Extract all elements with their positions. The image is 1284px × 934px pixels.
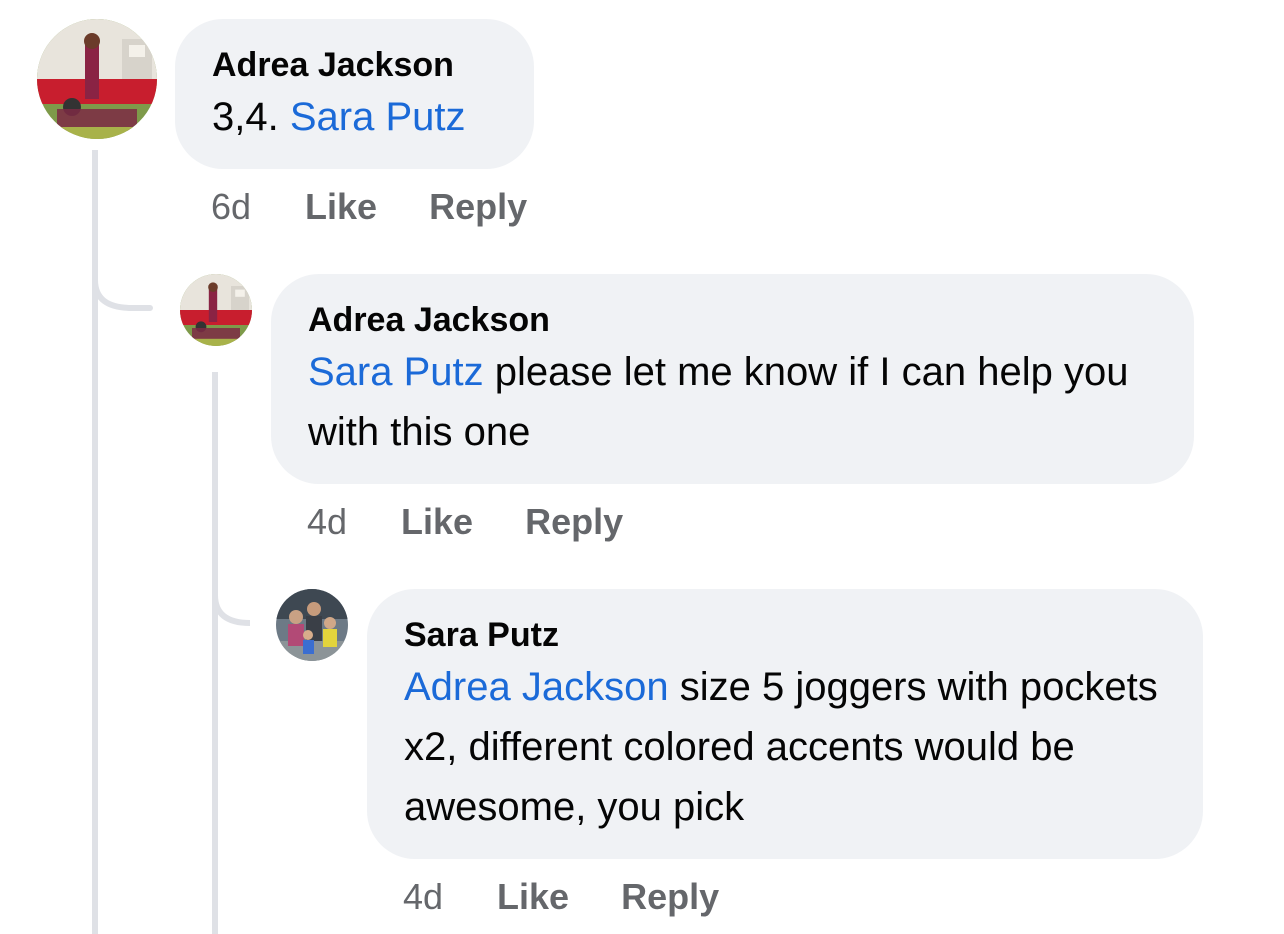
avatar[interactable] [276,589,348,661]
comment-timestamp[interactable]: 4d [307,502,347,542]
comment-author[interactable]: Adrea Jackson [212,45,498,85]
comment-actions: 4d Like Reply [307,502,623,542]
avatar-photo-icon [37,19,157,139]
comment-bubble: Sara Putz Adrea Jackson size 5 joggers w… [367,589,1203,859]
comment-text: 3,4. Sara Putz [212,87,498,147]
comment-bubble: Adrea Jackson Sara Putz please let me kn… [271,274,1194,484]
mention-link[interactable]: Sara Putz [308,350,484,394]
like-button[interactable]: Like [401,502,473,542]
thread-connector-1 [92,247,153,311]
reply-button[interactable]: Reply [429,187,527,227]
like-button[interactable]: Like [497,877,569,917]
comment-author[interactable]: Sara Putz [404,615,1167,655]
mention-link[interactable]: Sara Putz [290,95,466,139]
avatar[interactable] [37,19,157,139]
avatar-photo-icon [276,589,348,661]
thread-line-reply [212,372,218,934]
comment-actions: 4d Like Reply [403,877,719,917]
reply-button[interactable]: Reply [525,502,623,542]
comment-author[interactable]: Adrea Jackson [308,300,1158,340]
comment-timestamp[interactable]: 4d [403,877,443,917]
comment-text-segment: 3,4. [212,95,290,139]
like-button[interactable]: Like [305,187,377,227]
comment-bubble: Adrea Jackson 3,4. Sara Putz [175,19,534,169]
reply-button[interactable]: Reply [621,877,719,917]
avatar-photo-icon [180,274,252,346]
avatar[interactable] [180,274,252,346]
comment-text: Sara Putz please let me know if I can he… [308,342,1158,462]
comment-actions: 6d Like Reply [211,187,527,227]
thread-connector-2 [212,562,251,626]
comment-text: Adrea Jackson size 5 joggers with pocket… [404,657,1167,837]
mention-link[interactable]: Adrea Jackson [404,665,669,709]
comment-timestamp[interactable]: 6d [211,187,251,227]
